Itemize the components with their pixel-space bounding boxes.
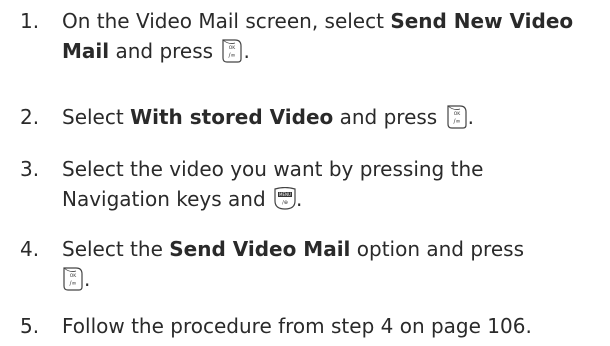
step-number: 5. — [20, 314, 40, 338]
step-end: . — [467, 105, 474, 129]
step-number: 3. — [20, 157, 40, 181]
step-text: and press — [109, 39, 220, 63]
step-text: Follow the procedure from step 4 on page… — [62, 314, 532, 338]
svg-text:/∞: /∞ — [69, 280, 76, 287]
step-5: 5. Follow the procedure from step 4 on p… — [20, 311, 532, 341]
step-text: option and press — [350, 237, 524, 261]
svg-text:MENU: MENU — [279, 192, 291, 197]
svg-text:OK: OK — [229, 45, 237, 51]
step-3: 3. Select the video you want by pressing… — [20, 154, 562, 214]
step-number: 1. — [20, 9, 40, 33]
svg-text:/∞: /∞ — [453, 118, 460, 125]
step-number: 2. — [20, 105, 40, 129]
svg-text:OK: OK — [453, 111, 461, 117]
svg-text:/∞: /∞ — [229, 52, 236, 59]
step-text: Select the — [62, 237, 170, 261]
step-text: and press — [333, 105, 444, 129]
step-text: Select the video you want by pressing th… — [62, 157, 484, 211]
step-end: . — [296, 187, 303, 211]
step-end: . — [243, 39, 250, 63]
step-end: . — [84, 267, 91, 291]
ok-key-icon: OK /∞ — [62, 267, 84, 291]
step-text: Select — [62, 105, 131, 129]
svg-text:OK: OK — [70, 273, 78, 279]
step-text: On the Video Mail screen, select — [62, 9, 391, 33]
menu-key-icon: MENU /⊕ — [274, 187, 296, 211]
step-4: 4. Select the Send Video Mail option and… — [20, 234, 524, 294]
svg-text:/⊕: /⊕ — [282, 200, 288, 206]
ok-key-icon: OK /∞ — [221, 39, 243, 63]
step-1: 1. On the Video Mail screen, select Send… — [20, 6, 600, 66]
step-bold-text: With stored Video — [130, 105, 334, 129]
step-number: 4. — [20, 237, 40, 261]
step-bold-text: Send Video Mail — [169, 237, 351, 261]
ok-key-icon: OK /∞ — [446, 105, 468, 129]
step-2: 2. Select With stored Video and press OK… — [20, 102, 474, 132]
